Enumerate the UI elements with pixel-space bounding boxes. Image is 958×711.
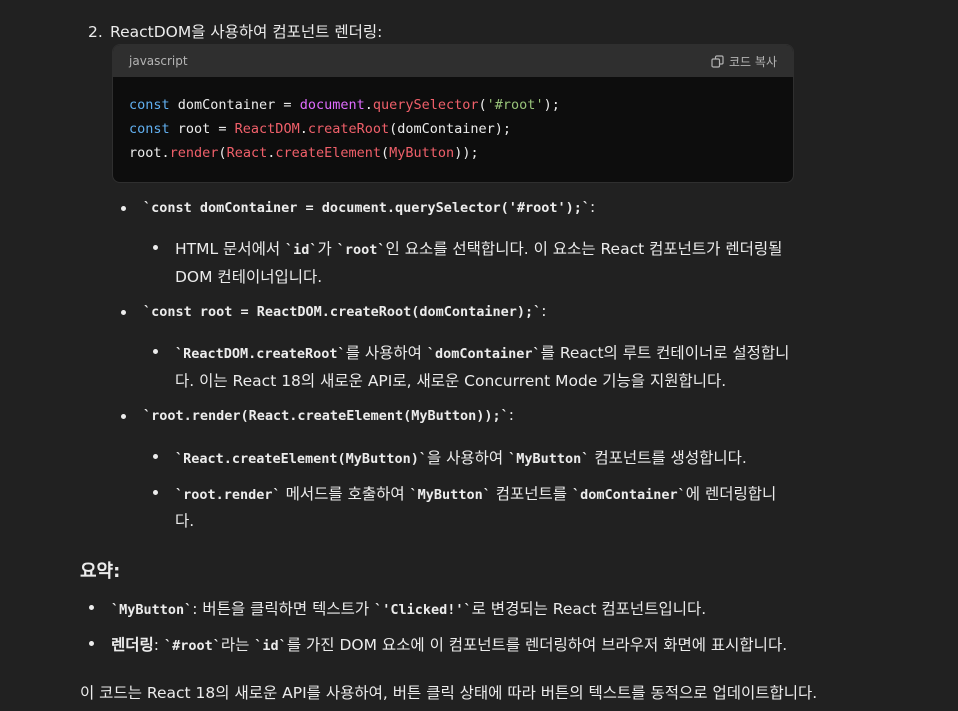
closing-paragraph: 이 코드는 React 18의 새로운 API를 사용하여, 버튼 클릭 상태에… <box>80 684 818 702</box>
bold-term: 렌더링 <box>111 636 154 654</box>
list-item-text: 를 React의 루트 컨테이너로 설정합니 <box>540 344 790 362</box>
list-item: `root.render(React.createElement(MyButto… <box>143 406 514 424</box>
list-item-text: 컴포넌트를 생성합니다. <box>589 449 747 467</box>
inline-code: `id` <box>285 242 318 258</box>
bullet-dot <box>121 206 126 211</box>
bullet-dot <box>121 310 126 315</box>
code-token: createRoot <box>307 121 390 137</box>
list-item: `ReactDOM.createRoot`를 사용하여 `domContaine… <box>175 341 789 363</box>
list-item-text: 로 변경되는 React 컴포넌트입니다. <box>471 600 707 618</box>
list-item-text: : <box>153 636 164 654</box>
code-token: const <box>129 121 170 137</box>
inline-code: `const domContainer = document.querySele… <box>143 200 591 216</box>
code-language: javascript <box>129 54 188 68</box>
list-item-continued: 다. <box>175 512 195 530</box>
bullet-dot <box>153 245 158 250</box>
inline-code: `MyButton` <box>111 602 193 618</box>
list-item-text: 을 사용하여 <box>426 449 509 467</box>
inline-code: `root.render(React.createElement(MyButto… <box>143 408 509 424</box>
list-item-text: 메서드를 호출하여 <box>280 485 410 503</box>
code-token: . <box>299 121 308 137</box>
code-line: const domContainer = document.querySelec… <box>129 93 777 117</box>
code-block: javascript 코드 복사 const domContainer = do… <box>112 44 794 183</box>
code-token: render <box>169 145 219 161</box>
inline-code: `#root` <box>163 638 221 654</box>
list-item: `MyButton`: 버튼을 클릭하면 텍스트가 `'Clicked!'`로 … <box>111 597 706 619</box>
code-token: domContainer = <box>169 97 300 113</box>
list-item-text: 컴포넌트를 <box>490 485 572 503</box>
code-token: const <box>129 97 170 113</box>
code-token: root = <box>169 121 235 137</box>
code-line: root.render(React.createElement(MyButton… <box>129 141 777 165</box>
code-token: . <box>364 97 373 113</box>
code-content: const domContainer = document.querySelec… <box>113 77 793 165</box>
inline-code: `ReactDOM.createRoot` <box>175 346 346 362</box>
code-token: '#root' <box>486 97 544 113</box>
code-token: ); <box>543 97 560 113</box>
code-token: (domContainer); <box>389 121 512 137</box>
list-item: `root.render` 메서드를 호출하여 `MyButton` 컴포넌트를… <box>175 482 776 504</box>
list-item-text: 에 렌더링합니 <box>685 485 777 503</box>
code-token: ( <box>381 145 390 161</box>
code-token: ( <box>478 97 487 113</box>
bullet-dot <box>153 490 158 495</box>
copy-code-button[interactable]: 코드 복사 <box>711 53 777 70</box>
list-item: `const root = ReactDOM.createRoot(domCon… <box>143 302 547 320</box>
code-header: javascript 코드 복사 <box>113 45 793 77</box>
inline-code: `id` <box>254 638 287 654</box>
code-token: )); <box>454 145 479 161</box>
list-item-text: : 버튼을 클릭하면 텍스트가 <box>192 600 375 618</box>
step-heading: 2. ReactDOM을 사용하여 컴포넌트 렌더링: <box>88 20 382 42</box>
inline-code: `domContainer` <box>426 346 541 362</box>
list-item-text: 를 사용하여 <box>345 344 427 362</box>
list-item-continued: 다. 이는 React 18의 새로운 API로, 새로운 Concurrent… <box>175 372 727 390</box>
section-heading: 요약: <box>80 561 121 582</box>
inline-code: `MyButton` <box>409 487 491 503</box>
code-token: ( <box>218 145 227 161</box>
inline-code: `root.render` <box>175 487 281 503</box>
list-item-text: 라는 <box>220 636 255 654</box>
bullet-dot <box>89 641 94 646</box>
list-item: HTML 문서에서 `id`가 `root`인 요소를 선택합니다. 이 요소는… <box>175 237 782 259</box>
inline-code: `MyButton` <box>508 451 590 467</box>
step-title: ReactDOM을 사용하여 컴포넌트 렌더링: <box>110 23 383 41</box>
inline-code: `React.createElement(MyButton)` <box>175 451 427 467</box>
bullet-dot <box>89 605 94 610</box>
list-item: 렌더링: `#root`라는 `id`를 가진 DOM 요소에 이 컴포넌트를 … <box>111 633 787 655</box>
list-item-text: 를 가진 DOM 요소에 이 컴포넌트를 렌더링하여 브라우저 화면에 표시합니… <box>286 636 788 654</box>
code-token: ReactDOM <box>234 121 300 137</box>
inline-code: `domContainer` <box>571 487 686 503</box>
code-token: React <box>226 145 268 161</box>
list-item-text: : <box>508 406 514 424</box>
code-token: document <box>299 97 365 113</box>
inline-code: `const root = ReactDOM.createRoot(domCon… <box>143 304 542 320</box>
list-item: `React.createElement(MyButton)`을 사용하여 `M… <box>175 446 747 468</box>
bullet-dot <box>153 454 158 459</box>
list-item: `const domContainer = document.querySele… <box>143 198 595 216</box>
list-item-text: HTML 문서에서 <box>175 240 286 258</box>
inline-code: `'Clicked!'` <box>374 602 472 618</box>
code-token: root. <box>129 145 170 161</box>
copy-code-label: 코드 복사 <box>729 54 777 69</box>
code-token: querySelector <box>372 97 479 113</box>
code-token: createElement <box>275 145 382 161</box>
list-item-text: 가 <box>317 240 337 258</box>
list-item-text: : <box>541 302 547 320</box>
bullet-dot <box>153 349 158 354</box>
copy-icon <box>711 54 724 68</box>
list-item-text: 인 요소를 선택합니다. 이 요소는 React 컴포넌트가 렌더링될 <box>385 240 783 258</box>
inline-code: `root` <box>336 242 386 258</box>
list-item-text: : <box>590 198 596 216</box>
bullet-dot <box>121 414 126 419</box>
code-token: MyButton <box>389 145 455 161</box>
list-item-continued: DOM 컨테이너입니다. <box>175 268 323 286</box>
code-line: const root = ReactDOM.createRoot(domCont… <box>129 117 777 141</box>
step-number: 2. <box>88 23 103 41</box>
